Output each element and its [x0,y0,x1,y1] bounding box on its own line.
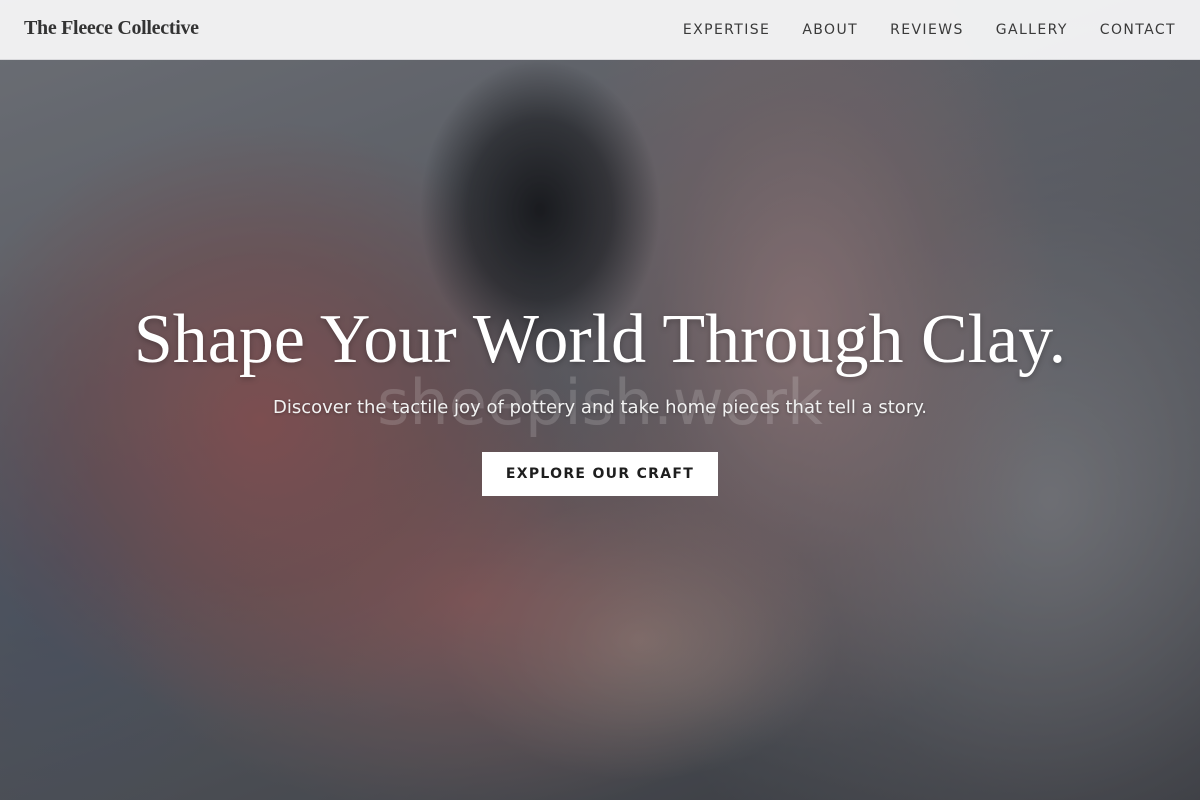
hero-subtitle: Discover the tactile joy of pottery and … [272,397,928,418]
brand-logo[interactable]: The Fleece Collective [24,17,199,40]
explore-craft-button[interactable]: EXPLORE OUR CRAFT [482,452,718,496]
hero-title: Shape Your World Through Clay. [133,301,1067,378]
nav-item-reviews: REVIEWS [890,21,964,39]
nav-links: EXPERTISE ABOUT REVIEWS GALLERY CONTACT [683,0,1176,60]
nav-link-expertise[interactable]: EXPERTISE [683,22,770,38]
hero-section: Shape Your World Through Clay. Discover … [0,300,1200,420]
nav-link-contact[interactable]: CONTACT [1100,22,1176,38]
nav-item-contact: CONTACT [1100,21,1176,39]
nav-item-about: ABOUT [802,21,858,39]
nav-link-gallery[interactable]: GALLERY [996,22,1068,38]
landing-page: The Fleece Collective EXPERTISE ABOUT RE… [0,0,1200,800]
nav-link-reviews[interactable]: REVIEWS [890,22,964,38]
navbar: The Fleece Collective EXPERTISE ABOUT RE… [0,0,1200,60]
nav-item-expertise: EXPERTISE [683,21,770,39]
nav-link-about[interactable]: ABOUT [802,22,858,38]
nav-item-gallery: GALLERY [996,21,1068,39]
